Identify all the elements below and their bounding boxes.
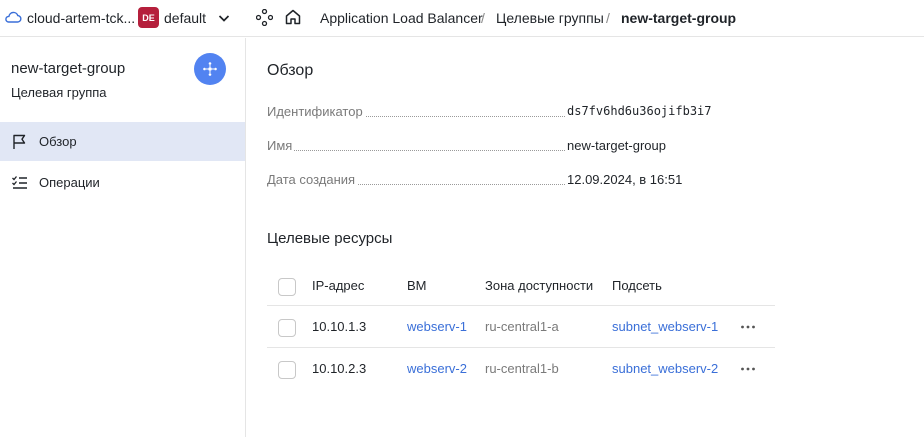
sidebar-item-operations[interactable]: Операции	[0, 163, 245, 202]
more-actions-icon[interactable]	[740, 366, 756, 372]
property-id: Идентификатор ds7fv6hd6u36ojifb3i7	[267, 104, 727, 122]
cloud-selector[interactable]: cloud-artem-tck...	[27, 10, 135, 26]
resource-type: Целевая группа	[11, 85, 107, 100]
property-name: Имя new-target-group	[267, 138, 727, 156]
resource-title: new-target-group	[11, 60, 126, 77]
vm-link[interactable]: webserv-1	[407, 319, 467, 334]
main-content: Обзор Идентификатор ds7fv6hd6u36ojifb3i7…	[247, 38, 924, 437]
chevron-down-icon[interactable]	[217, 11, 231, 25]
breadcrumb-alb[interactable]: Application Load Balancer	[320, 10, 483, 26]
folder-selector[interactable]: default	[164, 10, 206, 26]
cell-ip: 10.10.1.3	[312, 319, 367, 334]
home-icon[interactable]	[284, 8, 302, 26]
targets-title: Целевые ресурсы	[267, 230, 393, 247]
top-bar: cloud-artem-tck... DE default Applicatio…	[0, 0, 924, 37]
column-header-subnet[interactable]: Подсеть	[612, 278, 662, 293]
row-divider	[267, 305, 775, 306]
more-actions-icon[interactable]	[740, 324, 756, 330]
column-header-vm[interactable]: ВМ	[407, 278, 427, 293]
sidebar-item-label: Обзор	[39, 134, 77, 149]
vm-link[interactable]: webserv-2	[407, 361, 467, 376]
breadcrumb-separator: /	[481, 10, 485, 26]
subnet-link[interactable]: subnet_webserv-2	[612, 361, 718, 376]
flag-icon	[13, 134, 26, 149]
subnet-link[interactable]: subnet_webserv-1	[612, 319, 718, 334]
services-icon[interactable]	[256, 9, 273, 26]
row-checkbox[interactable]	[278, 319, 296, 337]
target-group-icon	[203, 62, 217, 76]
sidebar-item-overview[interactable]: Обзор	[0, 122, 245, 161]
column-header-zone[interactable]: Зона доступности	[485, 278, 593, 293]
leader-dots	[267, 150, 565, 151]
property-key: Дата создания	[267, 172, 358, 187]
property-value: new-target-group	[567, 138, 666, 153]
property-key: Идентификатор	[267, 104, 365, 119]
cell-ip: 10.10.2.3	[312, 361, 367, 376]
cell-zone: ru-central1-b	[485, 361, 559, 376]
target-group-badge	[194, 53, 226, 85]
cell-zone: ru-central1-a	[485, 319, 559, 334]
cloud-icon	[5, 11, 22, 23]
overview-title: Обзор	[267, 62, 314, 79]
property-value: 12.09.2024, в 16:51	[567, 172, 683, 187]
select-all-checkbox[interactable]	[278, 278, 296, 296]
row-divider	[267, 347, 775, 348]
folder-avatar: DE	[138, 7, 159, 28]
row-checkbox[interactable]	[278, 361, 296, 379]
operations-list-icon	[12, 176, 27, 189]
property-value: ds7fv6hd6u36ojifb3i7	[567, 104, 712, 118]
breadcrumb-target-groups[interactable]: Целевые группы	[496, 10, 604, 26]
sidebar-item-label: Операции	[39, 175, 100, 190]
breadcrumb-current: new-target-group	[621, 10, 737, 26]
sidebar: new-target-group Целевая группа Обзор Оп…	[0, 38, 246, 437]
breadcrumb-separator: /	[606, 10, 610, 26]
property-key: Имя	[267, 138, 295, 153]
property-created: Дата создания 12.09.2024, в 16:51	[267, 172, 727, 190]
column-header-ip[interactable]: IP-адрес	[312, 278, 364, 293]
